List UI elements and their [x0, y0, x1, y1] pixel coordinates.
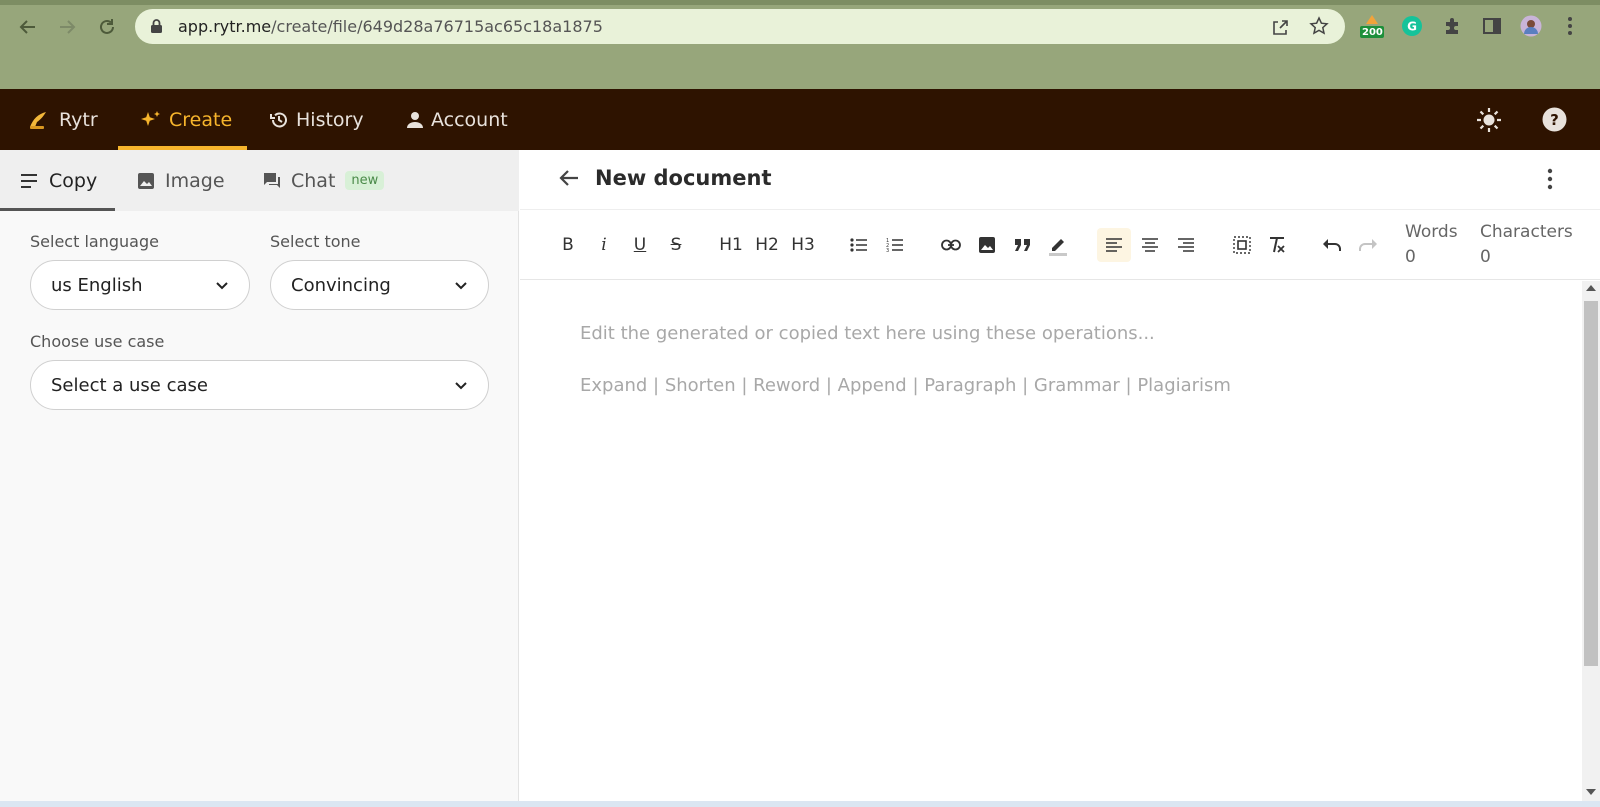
extensions-puzzle-icon[interactable] [1438, 12, 1466, 40]
rytr-logo[interactable]: Rytr [28, 89, 98, 150]
rytr-logo-icon [30, 111, 46, 129]
editor-header: New document [520, 150, 1600, 210]
tone-label: Select tone [270, 232, 361, 251]
share-icon[interactable] [1270, 17, 1290, 41]
chat-icon [264, 172, 280, 188]
tab-image[interactable]: Image [137, 150, 225, 211]
bold-button[interactable]: B [551, 228, 585, 262]
chevron-down-icon [216, 281, 228, 289]
use-case-label: Choose use case [30, 332, 165, 351]
back-icon[interactable] [13, 12, 43, 42]
help-icon[interactable]: ? [1542, 107, 1567, 136]
nav-history[interactable]: History [269, 89, 364, 150]
tab-copy[interactable]: Copy [21, 150, 97, 211]
heading2-button[interactable]: H2 [750, 228, 784, 262]
editor-text-area[interactable]: Edit the generated or copied text here u… [520, 281, 1582, 801]
underline-button[interactable]: U [623, 228, 657, 262]
tab-active-indicator [0, 208, 115, 211]
scrollbar-thumb[interactable] [1584, 301, 1598, 666]
tab-chat[interactable]: Chat new [263, 150, 385, 211]
editor-scrollbar[interactable] [1582, 281, 1600, 801]
lines-icon [21, 173, 37, 188]
clear-format-icon[interactable] [1260, 228, 1294, 262]
placeholder-line-2: Expand | Shorten | Reword | Append | Par… [580, 375, 1231, 396]
undo-icon[interactable] [1315, 228, 1349, 262]
quote-icon[interactable] [1006, 228, 1040, 262]
numbered-list-icon[interactable]: 123 [878, 228, 912, 262]
lock-icon [150, 19, 163, 38]
left-panel: Copy Image Chat new Select language us E… [0, 150, 519, 801]
heading3-button[interactable]: H3 [786, 228, 820, 262]
redo-icon[interactable] [1351, 228, 1385, 262]
bottom-strip [0, 801, 1600, 807]
heading1-button[interactable]: H1 [714, 228, 748, 262]
new-badge: new [345, 171, 385, 190]
back-arrow-icon[interactable] [558, 168, 580, 192]
document-title[interactable]: New document [595, 166, 772, 190]
nav-account[interactable]: Account [406, 89, 508, 150]
scroll-up-arrow-icon[interactable] [1586, 285, 1596, 291]
url-text: app.rytr.me/create/file/649d28a76715ac65… [178, 17, 603, 36]
profile-avatar[interactable] [1517, 12, 1545, 40]
nav-create[interactable]: Create [140, 89, 232, 150]
sparkle-icon [141, 110, 160, 126]
svg-text:G: G [1407, 20, 1417, 34]
chevron-down-icon [455, 381, 467, 389]
character-count: Characters 0 [1480, 222, 1573, 267]
word-count: Words 0 [1405, 222, 1458, 267]
align-left-icon[interactable] [1097, 228, 1131, 262]
select-all-icon[interactable] [1225, 228, 1259, 262]
tone-select[interactable]: Convincing [270, 260, 489, 310]
bookmark-star-icon[interactable] [1309, 16, 1329, 40]
history-icon [270, 112, 287, 127]
use-case-select[interactable]: Select a use case [30, 360, 489, 410]
side-panel-icon[interactable] [1478, 12, 1506, 40]
tab-strip [0, 0, 1600, 5]
language-label: Select language [30, 232, 159, 251]
svg-text:?: ? [1550, 111, 1559, 129]
highlight-pen-icon[interactable] [1041, 228, 1075, 262]
link-icon[interactable] [934, 228, 968, 262]
image-icon [138, 172, 154, 189]
align-center-icon[interactable] [1133, 228, 1167, 262]
browser-frame: app.rytr.me/create/file/649d28a76715ac65… [0, 0, 1600, 89]
forward-icon[interactable] [52, 12, 82, 42]
italic-button[interactable]: i [587, 228, 621, 262]
grammarly-icon[interactable]: G [1398, 12, 1426, 40]
language-select[interactable]: us English [30, 260, 250, 310]
chevron-down-icon [455, 281, 467, 289]
placeholder-line-1: Edit the generated or copied text here u… [580, 323, 1155, 344]
strikethrough-button[interactable]: S [659, 228, 693, 262]
left-tabs: Copy Image Chat new [0, 150, 519, 211]
svg-text:3: 3 [886, 248, 889, 253]
browser-menu-icon[interactable] [1556, 12, 1584, 40]
scroll-down-arrow-icon[interactable] [1586, 789, 1596, 795]
extension-badge-icon[interactable]: 200 [1358, 12, 1386, 40]
more-options-icon[interactable] [1547, 168, 1553, 194]
app-header: Rytr Create History Account ? [0, 89, 1600, 150]
person-icon [407, 111, 423, 128]
reload-icon[interactable] [92, 12, 122, 42]
theme-toggle-sun-icon[interactable] [1476, 107, 1502, 137]
bullet-list-icon[interactable] [842, 228, 876, 262]
editor-toolbar: B i U S H1 H2 H3 123 Words 0 Characters … [520, 210, 1600, 280]
align-right-icon[interactable] [1169, 228, 1203, 262]
insert-image-icon[interactable] [970, 228, 1004, 262]
address-bar[interactable]: app.rytr.me/create/file/649d28a76715ac65… [135, 9, 1345, 44]
